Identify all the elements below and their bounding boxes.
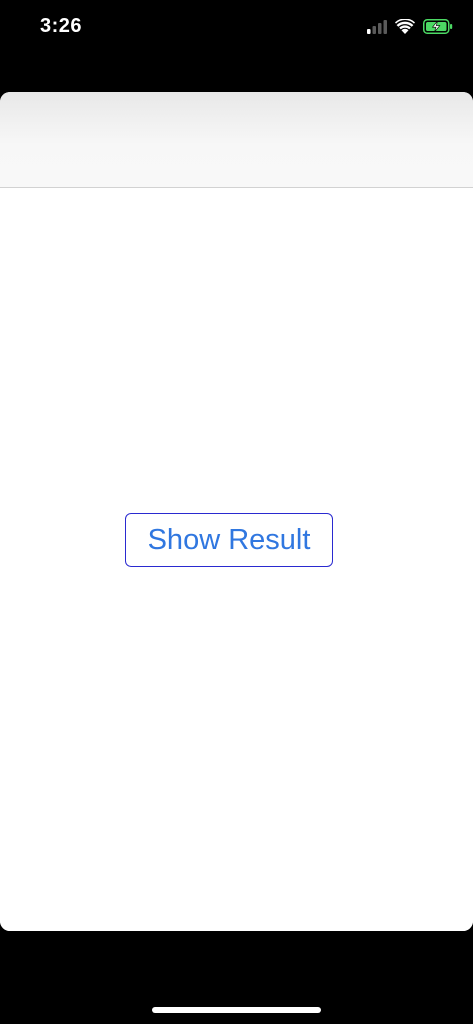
wifi-icon (395, 18, 415, 39)
status-time: 3:26 (40, 15, 83, 37)
status-icons (367, 18, 453, 40)
navigation-bar (0, 92, 473, 188)
show-result-button[interactable]: Show Result (125, 513, 333, 567)
cellular-signal-icon (367, 19, 387, 39)
status-bar: 3:26 (0, 0, 473, 60)
app-screen: 3:26 Show Result (0, 0, 473, 1024)
content-area: Show Result (0, 188, 473, 931)
battery-charging-icon (423, 19, 453, 39)
home-indicator[interactable] (152, 1007, 321, 1013)
modal-sheet: Show Result (0, 92, 473, 931)
